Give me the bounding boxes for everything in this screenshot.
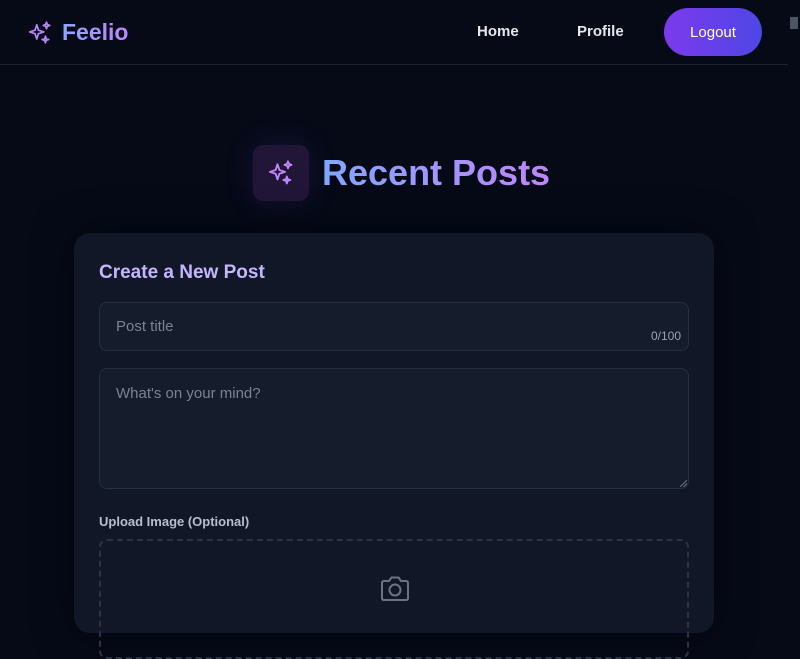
title-char-count: 0/100 (651, 329, 682, 343)
page-title: Recent Posts (322, 152, 551, 193)
resize-handle-icon[interactable] (679, 479, 687, 487)
create-post-card: Create a New Post 0/100 Upload Image (Op… (74, 233, 714, 659)
sparkles-icon (28, 20, 51, 44)
top-navbar: Feelio Home Profile Logout (0, 0, 788, 65)
scrollbar-thumb[interactable] (790, 17, 798, 29)
create-post-title: Create a New Post (99, 262, 265, 283)
upload-image-label: Upload Image (Optional) (99, 514, 250, 529)
post-title-input[interactable] (99, 302, 689, 351)
brand-name: Feelio (62, 19, 129, 45)
nav-link-home[interactable]: Home (477, 23, 519, 40)
heading-icon-box (253, 145, 309, 201)
sparkles-icon (268, 160, 293, 185)
post-body-textarea[interactable] (99, 368, 689, 489)
image-upload-dropzone[interactable] (99, 539, 689, 659)
camera-icon (381, 576, 409, 601)
nav-link-profile[interactable]: Profile (577, 23, 624, 40)
logout-button[interactable]: Logout (664, 8, 762, 56)
page-heading: Recent Posts (253, 145, 550, 201)
brand-logo[interactable]: Feelio (27, 19, 128, 46)
